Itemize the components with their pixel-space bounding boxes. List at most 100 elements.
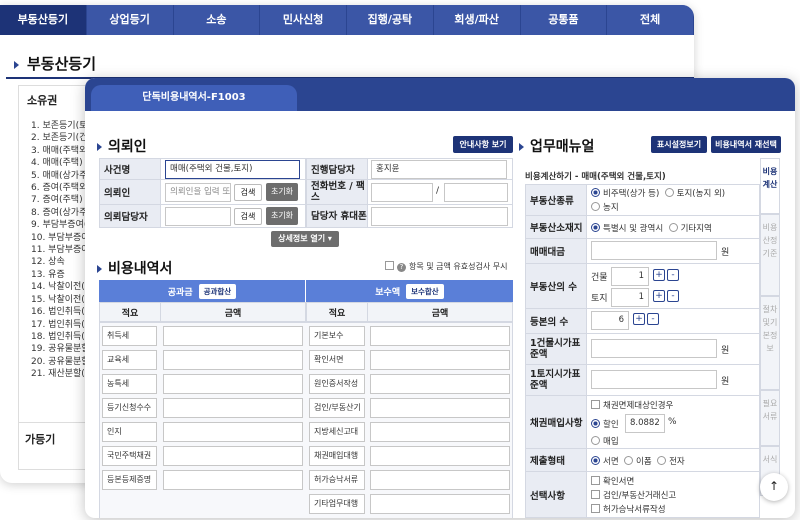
list-item[interactable]: 9. 부담부증여(	[31, 219, 93, 231]
land-count[interactable]: 1	[611, 288, 649, 307]
tab-lawsuit[interactable]: 소송	[173, 5, 260, 35]
land-plus-button[interactable]: +	[653, 290, 665, 302]
list-item[interactable]: 6. 증여(주택외	[31, 182, 93, 194]
list-item[interactable]: 15. 낙찰이전(주	[31, 294, 93, 306]
public-amount[interactable]	[163, 374, 303, 394]
radio-paper[interactable]	[591, 456, 600, 465]
validation-ignore[interactable]: ? 항목 및 금액 유효성검사 무시	[385, 261, 508, 272]
public-amount[interactable]	[163, 326, 303, 346]
list-item[interactable]: 13. 유증	[31, 269, 93, 281]
list-item[interactable]: 18. 법인취득(미	[31, 331, 93, 343]
tab-bankruptcy[interactable]: 회생/파산	[433, 5, 520, 35]
list-item[interactable]: 19. 공유물분할	[31, 343, 93, 355]
building-minus-button[interactable]: -	[667, 269, 679, 281]
fee-amount[interactable]	[370, 446, 510, 466]
list-item[interactable]: 8. 증여(상가주	[31, 207, 93, 219]
public-sum-button[interactable]: 공과합산	[198, 283, 237, 299]
list-item[interactable]: 21. 재산분할(이	[31, 368, 93, 380]
manager-field[interactable]: 홍지윤	[371, 160, 507, 179]
radio-buy[interactable]	[591, 436, 600, 445]
fee-sum-button[interactable]: 보수합산	[406, 283, 444, 299]
guide-button[interactable]: 안내사항 보기	[453, 136, 513, 153]
radio-other[interactable]	[668, 223, 678, 232]
client-manager-field[interactable]	[165, 207, 231, 226]
side-tab-calc[interactable]: 비용계산	[760, 158, 780, 214]
case-name-field[interactable]: 매매(주택외 건물,토지)	[165, 160, 300, 179]
radio-nonhousing[interactable]	[591, 188, 600, 197]
list-item[interactable]: 14. 낙찰이전(주	[31, 281, 93, 293]
client-manager-reset-button[interactable]: 초기화	[266, 207, 298, 225]
public-amount[interactable]	[163, 470, 303, 490]
radio-farmland[interactable]	[591, 202, 600, 211]
fee-amount[interactable]	[370, 422, 510, 442]
public-item[interactable]: 등본등제증명	[102, 470, 157, 490]
tab-cost-statement[interactable]: 단독비용내역서-F1003	[91, 85, 297, 111]
client-input[interactable]: 의뢰인을 입력 또	[165, 183, 231, 202]
fee-item[interactable]: 기본보수	[309, 326, 365, 346]
phone-field[interactable]	[371, 183, 433, 202]
client-manager-search-button[interactable]: 검색	[234, 208, 262, 225]
list-item[interactable]: 2. 보존등기(건	[31, 132, 93, 144]
public-amount[interactable]	[163, 398, 303, 418]
radio-electronic[interactable]	[657, 456, 667, 465]
tab-civil[interactable]: 민사신청	[260, 5, 346, 35]
radio-eform[interactable]	[624, 456, 634, 465]
price-field[interactable]	[591, 241, 717, 260]
list-item[interactable]: 20. 공유물분할	[31, 356, 93, 368]
copies-plus-button[interactable]: +	[633, 313, 645, 325]
provisional-registration-header[interactable]: 가등기	[25, 431, 55, 447]
side-tab-procedure[interactable]: 절차및기본정보	[760, 296, 780, 390]
fax-field[interactable]	[444, 183, 508, 202]
validation-checkbox[interactable]	[385, 261, 394, 270]
tab-real-estate[interactable]: 부동산등기	[0, 5, 86, 35]
tab-common[interactable]: 공통품	[520, 5, 607, 35]
public-item[interactable]: 교육세	[102, 350, 157, 370]
list-item[interactable]: 7. 증여(주택)	[31, 194, 93, 206]
display-settings-button[interactable]: 표시설정보기	[651, 136, 707, 153]
permit-checkbox[interactable]	[591, 504, 600, 513]
building-count[interactable]: 1	[611, 267, 649, 286]
public-item[interactable]: 인지	[102, 422, 157, 442]
list-item[interactable]: 5. 매매(상가주	[31, 170, 93, 182]
public-item[interactable]: 취득세	[102, 326, 157, 346]
list-item[interactable]: 4. 매매(주택)	[31, 157, 93, 169]
fee-amount[interactable]	[370, 494, 510, 514]
public-amount[interactable]	[163, 350, 303, 370]
client-reset-button[interactable]: 초기화	[266, 183, 298, 201]
fee-amount[interactable]	[370, 326, 510, 346]
tab-execution[interactable]: 집행/공탁	[347, 5, 433, 35]
fee-item[interactable]: 확인서면	[309, 350, 365, 370]
public-amount[interactable]	[163, 422, 303, 442]
list-item[interactable]: 11. 부담부증여(	[31, 244, 93, 256]
public-item[interactable]: 국민주택채권	[102, 446, 157, 466]
list-item[interactable]: 12. 상속	[31, 256, 93, 268]
fee-amount[interactable]	[370, 398, 510, 418]
radio-discount[interactable]	[591, 419, 600, 428]
public-amount[interactable]	[163, 446, 303, 466]
fee-amount[interactable]	[370, 350, 510, 370]
mobile-field[interactable]	[371, 207, 508, 226]
side-tab-criteria[interactable]: 비용산정기준	[760, 214, 780, 296]
list-item[interactable]: 10. 부담부증여(	[31, 232, 93, 244]
bond-exempt-checkbox[interactable]	[591, 400, 600, 409]
fee-item[interactable]: 원인증서작성	[309, 374, 365, 394]
building-std-field[interactable]	[591, 339, 717, 358]
public-item[interactable]: 등기신청수수	[102, 398, 157, 418]
side-tab-documents[interactable]: 필요서류	[760, 390, 780, 446]
scroll-top-button[interactable]: ↑	[760, 473, 788, 501]
discount-rate[interactable]: 8.0882	[625, 414, 665, 433]
list-item[interactable]: 17. 법인취득(주	[31, 319, 93, 331]
copies-count[interactable]: 6	[591, 311, 629, 330]
tab-commercial[interactable]: 상업등기	[86, 5, 173, 35]
tab-all[interactable]: 전체	[607, 5, 693, 35]
reselect-button[interactable]: 비용내역서 재선택	[711, 136, 781, 153]
confirm-checkbox[interactable]	[591, 476, 600, 485]
land-minus-button[interactable]: -	[667, 290, 679, 302]
building-plus-button[interactable]: +	[653, 269, 665, 281]
public-item[interactable]: 농특세	[102, 374, 157, 394]
list-item[interactable]: 3. 매매(주택외	[31, 145, 93, 157]
fee-item[interactable]: 기타업무대행	[309, 494, 365, 514]
inspection-checkbox[interactable]	[591, 490, 600, 499]
fee-item[interactable]: 지방세신고대	[309, 422, 365, 442]
fee-item[interactable]: 허가승낙서류	[309, 470, 365, 490]
